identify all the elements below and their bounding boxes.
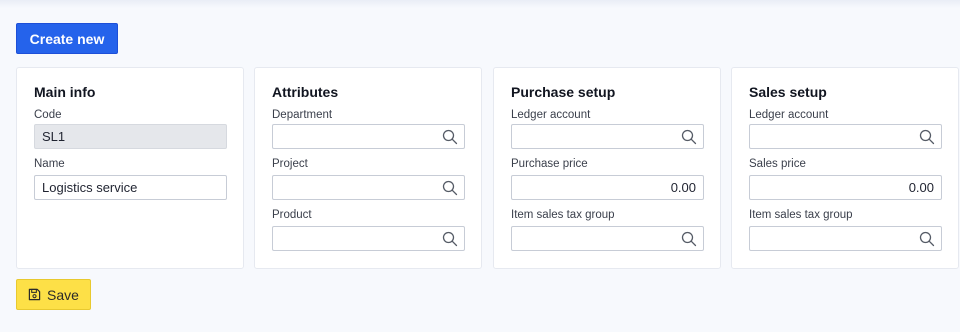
search-icon[interactable] [442,129,458,145]
search-icon[interactable] [442,180,458,196]
purchase-ledger-label: Ledger account [511,109,591,121]
product-label: Product [272,209,312,221]
purchase-tax-label: Item sales tax group [511,209,615,221]
code-value: SL1 [42,129,66,144]
sales-setup-title: Sales setup [749,84,827,100]
department-field[interactable] [272,124,465,149]
main-info-card: Main info Code SL1 Name Logistics servic… [16,67,244,269]
project-field[interactable] [272,175,465,200]
sales-tax-field[interactable] [749,226,942,251]
name-field[interactable]: Logistics service [34,175,227,200]
sales-ledger-label: Ledger account [749,109,829,121]
main-info-title: Main info [34,84,96,100]
create-new-button[interactable]: Create new [16,23,118,54]
top-shadow [0,0,960,8]
sales-price-value: 0.00 [908,180,934,195]
search-icon[interactable] [442,231,458,247]
search-icon[interactable] [681,129,697,145]
purchase-price-value: 0.00 [670,180,696,195]
purchase-setup-title: Purchase setup [511,84,616,100]
purchase-price-field[interactable]: 0.00 [511,175,704,200]
search-icon[interactable] [919,231,935,247]
purchase-tax-field[interactable] [511,226,704,251]
sales-setup-card: Sales setup Ledger account Sales price 0… [731,67,959,269]
name-value: Logistics service [42,180,138,195]
department-label: Department [272,109,333,121]
attributes-card: Attributes Department Project Product [254,67,482,269]
code-label: Code [34,109,62,121]
sales-price-label: Sales price [749,158,806,170]
code-field: SL1 [34,124,227,149]
name-label: Name [34,158,65,170]
project-label: Project [272,158,308,170]
attributes-title: Attributes [272,84,339,100]
product-field[interactable] [272,226,465,251]
sales-tax-label: Item sales tax group [749,209,853,221]
save-button[interactable]: Save [16,279,91,310]
purchase-setup-card: Purchase setup Ledger account Purchase p… [493,67,721,269]
purchase-ledger-field[interactable] [511,124,704,149]
save-label: Save [47,286,79,303]
search-icon[interactable] [919,129,935,145]
search-icon[interactable] [681,231,697,247]
form-cards: Main info Code SL1 Name Logistics servic… [16,67,959,269]
purchase-price-label: Purchase price [511,158,588,170]
floppy-disk-icon [28,288,41,301]
sales-ledger-field[interactable] [749,124,942,149]
sales-price-field[interactable]: 0.00 [749,175,942,200]
